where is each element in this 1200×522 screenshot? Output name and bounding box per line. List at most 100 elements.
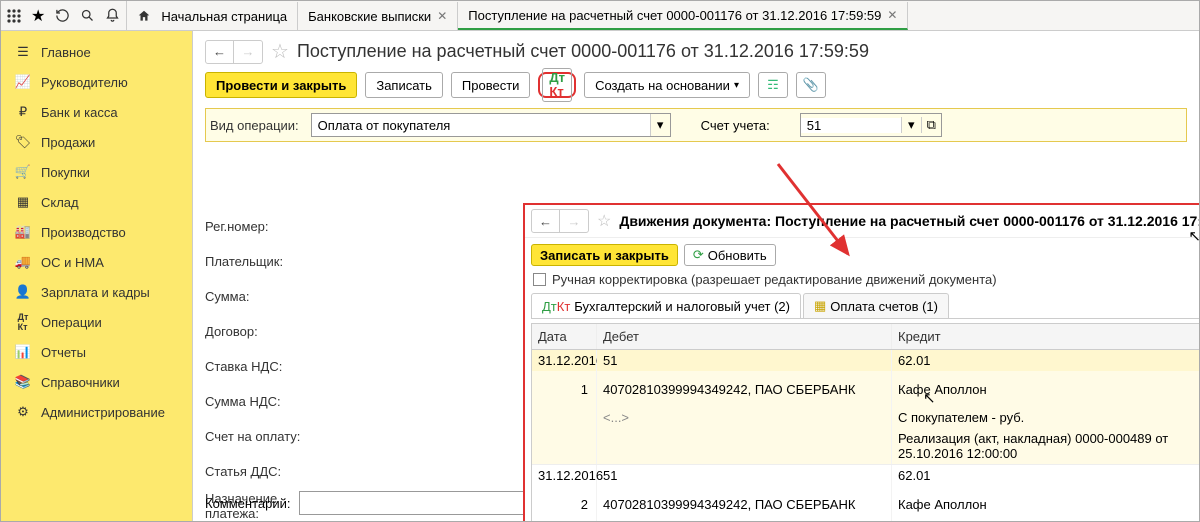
forward-button[interactable]: → <box>234 41 262 63</box>
sidebar-item-admin[interactable]: ⚙Администрирование <box>1 397 192 427</box>
cell-debit-detail: 40702810399994349242, ПАО СБЕРБАНК <box>597 486 892 521</box>
close-icon[interactable]: ✕ <box>437 9 447 23</box>
search-icon[interactable] <box>80 8 95 23</box>
cell-credit-acc: 62.01 <box>892 350 1199 371</box>
hierarchy-icon: ☶ <box>767 77 779 93</box>
tab-label: Бухгалтерский и налоговый учет (2) <box>574 299 790 314</box>
back-button[interactable]: ← <box>532 210 560 232</box>
dropdown-button[interactable]: ▾ <box>650 114 670 136</box>
sidebar-item-production[interactable]: 🏭Производство <box>1 217 192 247</box>
show-postings-button[interactable]: ДтКт <box>538 72 576 98</box>
page-title: Поступление на расчетный счет 0000-00117… <box>297 41 869 62</box>
gear-icon: ⚙ <box>15 404 31 420</box>
account-field[interactable]: ▾ ⧉ <box>800 113 942 137</box>
overlay-save-close-button[interactable]: Записать и закрыть <box>531 244 678 266</box>
overlay-refresh-button[interactable]: ⟳Обновить <box>684 244 776 266</box>
system-iconbar: ★ <box>1 1 127 30</box>
sidebar-item-salary[interactable]: 👤 Зарплата и кадры <box>1 277 192 307</box>
tab-document[interactable]: Поступление на расчетный счет 0000-00117… <box>458 2 908 30</box>
apps-icon[interactable] <box>7 9 21 23</box>
table-header: Дата Дебет Кредит Сумма <box>532 324 1199 350</box>
tab-payments[interactable]: ▦Оплата счетов (1) <box>803 293 949 318</box>
th-date: Дата <box>532 324 597 349</box>
sidebar-item-reports[interactable]: 📊 Отчеты <box>1 337 192 367</box>
cell-debit-detail: 40702810399994349242, ПАО СБЕРБАНК <box>597 371 892 407</box>
button-label: Создать на основании <box>595 78 730 93</box>
sidebar-item-purchases[interactable]: 🛒 Покупки <box>1 157 192 187</box>
button-label: Провести <box>462 78 520 93</box>
cell-debit-sub: <...> <box>597 407 892 428</box>
post-and-close-button[interactable]: Провести и закрыть <box>205 72 357 98</box>
overlay-title: Движения документа: Поступление на расче… <box>619 213 1199 229</box>
forward-button[interactable]: → <box>560 210 588 232</box>
tab-label: Оплата счетов (1) <box>830 299 938 314</box>
ruble-icon: ₽ <box>15 104 31 120</box>
button-label: Провести и закрыть <box>216 78 346 93</box>
label-sum: Сумма: <box>205 279 315 314</box>
attach-button[interactable]: 📎 <box>796 72 826 98</box>
label-dds: Статья ДДС: <box>205 454 315 489</box>
report-icon: 📊 <box>15 344 31 360</box>
cell-debit-acc: 51 <box>597 465 892 486</box>
create-based-on-button[interactable]: Создать на основании▾ <box>584 72 750 98</box>
tab-bank-statements[interactable]: Банковские выписки ✕ <box>298 2 458 30</box>
sidebar-item-warehouse[interactable]: ▦Склад <box>1 187 192 217</box>
cell-credit-l2: С покупателем - руб. <box>892 407 1199 428</box>
sidebar-item-label: Зарплата и кадры <box>41 285 150 300</box>
sidebar-item-manager[interactable]: 📈Руководителю <box>1 67 192 97</box>
posting-row-2[interactable]: 31.12.2016 51 62.01 51 275,00 НУ: 2 4070… <box>532 465 1199 521</box>
sidebar-item-main[interactable]: ☰Главное <box>1 37 192 67</box>
structure-button[interactable]: ☶ <box>758 72 788 98</box>
save-button[interactable]: Записать <box>365 72 443 98</box>
operation-type-input[interactable] <box>312 114 650 136</box>
post-button[interactable]: Провести <box>451 72 531 98</box>
sidebar-item-catalogs[interactable]: 📚Справочники <box>1 367 192 397</box>
operation-type-label: Вид операции: <box>210 118 299 133</box>
dtkt-icon: ДтКт <box>549 71 565 99</box>
sidebar-item-label: Продажи <box>41 135 95 150</box>
label-invoice: Счет на оплату: <box>205 419 315 454</box>
refresh-icon: ⟳ <box>693 247 704 263</box>
label-vat-sum: Сумма НДС: <box>205 384 315 419</box>
posting-row-1[interactable]: 31.12.2016 51 62.01 332,50 НУ: 1 4070281… <box>532 350 1199 465</box>
dropdown-button[interactable]: ▾ <box>901 117 921 133</box>
open-button[interactable]: ⧉ <box>921 117 941 133</box>
tab-home[interactable]: Начальная страница <box>127 2 298 30</box>
operation-type-field[interactable]: ▾ <box>311 113 671 137</box>
sidebar-item-label: Отчеты <box>41 345 86 360</box>
sidebar-item-label: ОС и НМА <box>41 255 104 270</box>
label-regnum: Рег.номер: <box>205 209 315 244</box>
account-label: Счет учета: <box>701 118 770 133</box>
cell-credit-l1: Кафе Аполлон <box>892 486 1199 521</box>
person-icon: 👤 <box>15 284 31 300</box>
th-debit: Дебет <box>597 324 892 349</box>
manual-edit-checkbox[interactable] <box>533 273 546 286</box>
button-label: Записать и закрыть <box>540 248 669 263</box>
th-credit: Кредит <box>892 324 1199 349</box>
tab-accounting[interactable]: ДтКт Бухгалтерский и налоговый учет (2) <box>531 293 801 318</box>
label-comment: Комментарий: <box>205 496 291 511</box>
history-icon[interactable] <box>55 8 70 23</box>
sidebar-item-label: Главное <box>41 45 91 60</box>
cell-credit-l1: Кафе Аполлон <box>892 371 1199 407</box>
back-button[interactable]: ← <box>206 41 234 63</box>
paperclip-icon: 📎 <box>803 77 819 93</box>
account-input[interactable] <box>801 118 901 133</box>
tab-label: Поступление на расчетный счет 0000-00117… <box>468 8 881 23</box>
sidebar-item-bank[interactable]: ₽ Банк и касса <box>1 97 192 127</box>
chart-icon: 📈 <box>15 74 31 90</box>
sidebar-item-assets[interactable]: 🚚ОС и НМА <box>1 247 192 277</box>
sidebar-item-sales[interactable]: 🏷Продажи <box>1 127 192 157</box>
sidebar-item-label: Банк и касса <box>41 105 118 120</box>
cell-credit-acc: 62.01 <box>892 465 1199 486</box>
sidebar-item-label: Покупки <box>41 165 90 180</box>
favorite-star-icon[interactable]: ☆ <box>597 211 611 231</box>
sidebar-item-operations[interactable]: ДтКтОперации <box>1 307 192 337</box>
star-icon[interactable]: ★ <box>31 6 45 26</box>
dtkt-icon: ДтКт <box>542 300 570 313</box>
bell-icon[interactable] <box>105 8 120 23</box>
cart-icon: 🛒 <box>15 164 31 180</box>
document-movements-window: ← → ☆ Движения документа: Поступление на… <box>523 203 1199 521</box>
close-icon[interactable]: ✕ <box>887 8 897 22</box>
favorite-star-icon[interactable]: ☆ <box>271 39 289 64</box>
